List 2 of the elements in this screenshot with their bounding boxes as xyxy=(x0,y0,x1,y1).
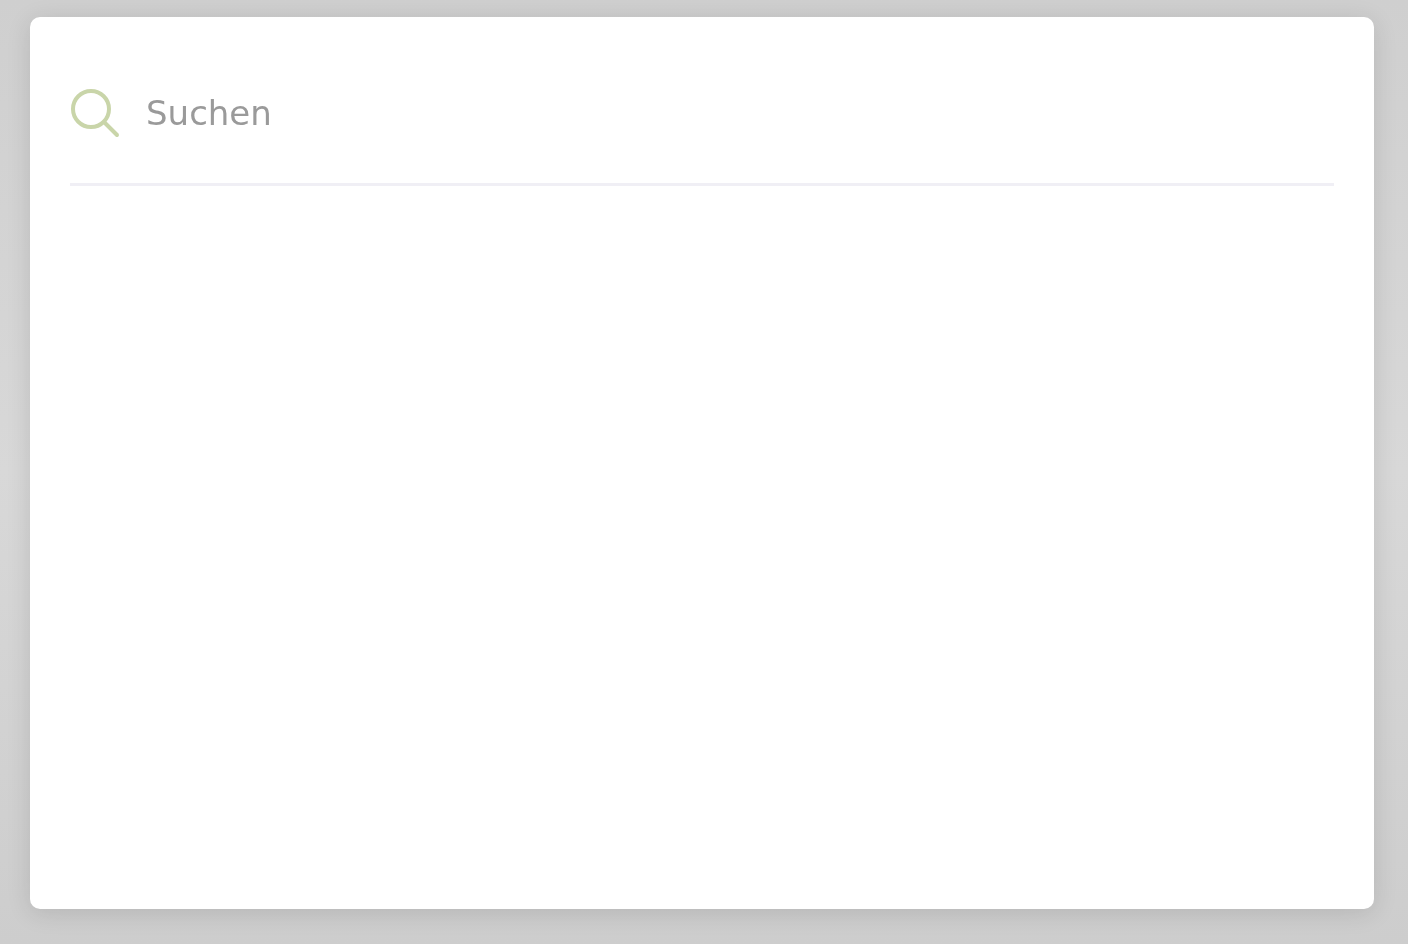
search-icon xyxy=(70,88,120,138)
search-field[interactable]: Suchen xyxy=(146,89,1334,137)
